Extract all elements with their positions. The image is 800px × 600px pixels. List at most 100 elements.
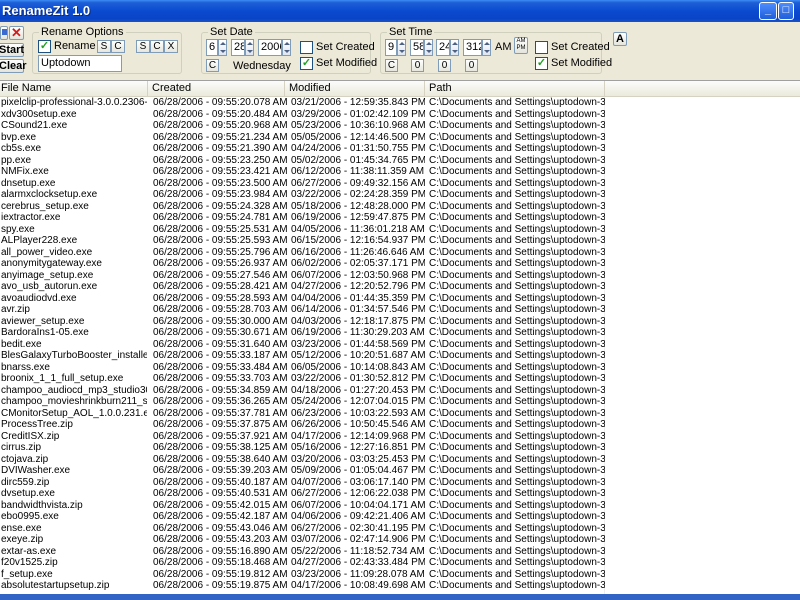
table-row[interactable]: NMFix.exe 06/28/2006 - 09:55:23.421 AM 06/… [0,166,800,178]
date-set-modified-checkbox[interactable]: ✓ [300,57,313,70]
table-row[interactable]: cirrus.zip 06/28/2006 - 09:55:38.125 AM 05… [0,442,800,454]
minimize-button[interactable]: _ [759,2,777,20]
table-row[interactable]: absolutestartupsetup.zip 06/28/2006 - 09:… [0,580,800,592]
month-input[interactable]: 6 [206,39,218,56]
ampm-toggle-button[interactable]: AM PM [514,37,528,54]
table-row[interactable]: anonymitygateway.exe 06/28/2006 - 09:55:2… [0,258,800,270]
rename-c-button-b[interactable]: C [150,40,164,53]
clear-button[interactable]: Clear [0,59,27,73]
maximize-button[interactable]: □ [778,2,794,20]
table-row[interactable]: BlesGalaxyTurboBooster_installer.exe 06/2… [0,350,800,362]
rename-text-input[interactable]: Uptodown [38,55,122,72]
table-row[interactable]: bvp.exe 06/28/2006 - 09:55:21.234 AM 05/05… [0,132,800,144]
table-row[interactable]: CMonitorSetup_AOL_1.0.0.231.exe 06/28/200… [0,408,800,420]
hour-input[interactable]: 9 [385,39,397,56]
table-row[interactable]: CreditISX.zip 06/28/2006 - 09:55:37.921 A… [0,431,800,443]
table-row[interactable]: avoaudiodvd.exe 06/28/2006 - 09:55:28.593… [0,293,800,305]
table-row[interactable]: all_power_video.exe 06/28/2006 - 09:55:25… [0,247,800,259]
column-header-file-name[interactable]: File Name [0,81,148,97]
table-row[interactable]: bandwidthvista.zip 06/28/2006 - 09:55:42.… [0,500,800,512]
column-header-modified[interactable]: Modified [285,81,425,97]
table-row[interactable]: dvsetup.exe 06/28/2006 - 09:55:40.531 AM 0… [0,488,800,500]
rename-checkbox[interactable]: ✓ [38,40,51,53]
date-set-created-checkbox[interactable] [300,41,313,54]
table-row[interactable]: exeye.zip 06/28/2006 - 09:55:43.203 AM 03/… [0,534,800,546]
millisecond-spinner[interactable] [482,39,491,56]
a-button[interactable]: A [613,32,627,46]
day-spinner[interactable] [245,39,254,56]
table-row[interactable]: f20v1525.zip 06/28/2006 - 09:55:18.468 AM… [0,557,800,569]
options-icon[interactable] [0,26,8,40]
list-rows: pixelclip-professional-3.0.0.2306-set...… [0,97,800,592]
time-zero-button-3[interactable]: 0 [465,59,478,72]
rename-x-button[interactable]: X [164,40,178,53]
table-row[interactable]: CSound21.exe 06/28/2006 - 09:55:20.968 AM… [0,120,800,132]
day-input[interactable]: 28 [231,39,245,56]
table-row[interactable]: BardoraIns1-05.exe 06/28/2006 - 09:55:30.… [0,327,800,339]
rename-s-button-a[interactable]: S [97,40,111,53]
modified-cell: 05/16/2006 - 12:27:16.851 PM [291,442,425,453]
table-row[interactable]: dnsetup.exe 06/28/2006 - 09:55:23.500 AM 0… [0,178,800,190]
minute-input[interactable]: 58 [410,39,424,56]
table-row[interactable]: champoo_movieshrinkburn211_se.exe 06/28/2… [0,396,800,408]
year-input[interactable]: 2006 [258,39,282,56]
table-row[interactable]: avo_usb_autorun.exe 06/28/2006 - 09:55:28… [0,281,800,293]
millisecond-input[interactable]: 312 [463,39,482,56]
file-name-cell: dvsetup.exe [1,488,55,499]
table-row[interactable]: ctojava.zip 06/28/2006 - 09:55:38.640 AM 0… [0,454,800,466]
time-zero-button-1[interactable]: 0 [411,59,424,72]
time-c-button[interactable]: C [385,59,398,72]
table-row[interactable]: ense.exe 06/28/2006 - 09:55:43.046 AM 06/2… [0,523,800,535]
path-cell: C:\Documents and Settings\uptodown-3... [429,131,605,143]
table-row[interactable]: broonix_1_1_full_setup.exe 06/28/2006 - 0… [0,373,800,385]
column-header-created[interactable]: Created [148,81,285,97]
table-row[interactable]: DVIWasher.exe 06/28/2006 - 09:55:39.203 A… [0,465,800,477]
table-row[interactable]: bnarss.exe 06/28/2006 - 09:55:33.484 AM 06… [0,362,800,374]
title-bar[interactable]: RenameZit 1.0 _ □ [0,0,800,22]
hour-spinner[interactable] [397,39,406,56]
table-row[interactable]: champoo_audiocd_mp3_studio300_s... 06/28/… [0,385,800,397]
time-set-modified-checkbox[interactable]: ✓ [535,57,548,70]
table-row[interactable]: ProcessTree.zip 06/28/2006 - 09:55:37.875… [0,419,800,431]
table-row[interactable]: ebo0995.exe 06/28/2006 - 09:55:42.187 AM 0… [0,511,800,523]
start-button[interactable]: Start [0,43,24,57]
modified-cell: 06/12/2006 - 11:38:11.359 AM [291,166,425,177]
table-row[interactable]: cerebrus_setup.exe 06/28/2006 - 09:55:24.… [0,201,800,213]
rename-c-button-a[interactable]: C [111,40,125,53]
rename-s-button-b[interactable]: S [136,40,150,53]
time-zero-button-2[interactable]: 0 [438,59,451,72]
year-spinner[interactable] [282,39,291,56]
path-cell: C:\Documents and Settings\uptodown-3... [429,430,605,442]
table-row[interactable]: alarmxclocksetup.exe 06/28/2006 - 09:55:2… [0,189,800,201]
date-c-button[interactable]: C [206,59,219,72]
table-row[interactable]: avr.zip 06/28/2006 - 09:55:28.703 AM 06/14… [0,304,800,316]
created-cell: 06/28/2006 - 09:55:20.484 AM [153,108,287,120]
time-set-created-checkbox[interactable] [535,41,548,54]
table-row[interactable]: iextractor.exe 06/28/2006 - 09:55:24.781 … [0,212,800,224]
table-row[interactable]: dirc559.zip 06/28/2006 - 09:55:40.187 AM 0… [0,477,800,489]
file-name-cell: CSound21.exe [1,120,68,131]
table-row[interactable]: anyimage_setup.exe 06/28/2006 - 09:55:27.… [0,270,800,282]
table-row[interactable]: extar-as.exe 06/28/2006 - 09:55:16.890 AM… [0,546,800,558]
table-row[interactable]: bedit.exe 06/28/2006 - 09:55:31.640 AM 03/… [0,339,800,351]
table-row[interactable]: spy.exe 06/28/2006 - 09:55:25.531 AM 04/05… [0,224,800,236]
table-row[interactable]: xdv300setup.exe 06/28/2006 - 09:55:20.484… [0,109,800,121]
close-icon[interactable]: ✕ [9,26,24,40]
table-row[interactable]: pp.exe 06/28/2006 - 09:55:23.250 AM 05/02/… [0,155,800,167]
created-cell: 06/28/2006 - 09:55:21.234 AM [153,131,287,143]
table-row[interactable]: pixelclip-professional-3.0.0.2306-set...… [0,97,800,109]
table-row[interactable]: ALPlayer228.exe 06/28/2006 - 09:55:25.593… [0,235,800,247]
column-header-path[interactable]: Path [425,81,605,97]
table-row[interactable]: cb5s.exe 06/28/2006 - 09:55:21.390 AM 04/2… [0,143,800,155]
table-row[interactable]: aviewer_setup.exe 06/28/2006 - 09:55:30.0… [0,316,800,328]
file-name-cell: iextractor.exe [1,212,61,223]
second-spinner[interactable] [450,39,459,56]
modified-cell: 06/27/2006 - 02:30:41.195 PM [291,522,425,534]
minute-spinner[interactable] [424,39,433,56]
table-row[interactable]: f_setup.exe 06/28/2006 - 09:55:19.812 AM 0… [0,569,800,581]
month-spinner[interactable] [218,39,227,56]
modified-cell: 04/04/2006 - 01:44:35.359 PM [291,292,425,304]
second-input[interactable]: 24 [436,39,450,56]
file-list[interactable]: File Name Created Modified Path pixelcli… [0,80,800,594]
path-cell: C:\Documents and Settings\uptodown-3... [429,327,605,338]
